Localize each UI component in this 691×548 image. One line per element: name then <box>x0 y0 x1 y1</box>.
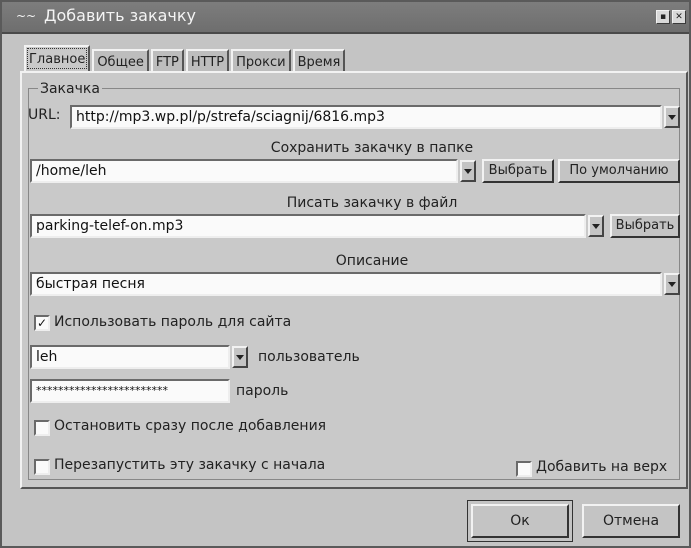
stop-after-add-checkbox[interactable] <box>34 420 50 436</box>
tab-ftp[interactable]: FTP <box>150 49 184 72</box>
ok-button[interactable]: Ок <box>471 504 569 538</box>
tab-http[interactable]: HTTP <box>185 49 230 72</box>
user-dropdown-button[interactable] <box>232 346 248 368</box>
tab-bar: Главное Общее FTP HTTP Прокси Время <box>24 44 347 72</box>
save-file-dropdown-button[interactable] <box>588 215 604 237</box>
window-title: Добавить закачку <box>44 6 196 25</box>
cancel-button[interactable]: Отмена <box>582 504 680 538</box>
tab-proxy[interactable]: Прокси <box>231 49 291 72</box>
minimize-icon[interactable]: ▪ <box>656 10 670 24</box>
title-bar[interactable]: ~~ Добавить закачку ▪ ✕ <box>2 2 689 34</box>
description-input[interactable]: быстрая песня <box>30 272 662 296</box>
url-dropdown-button[interactable] <box>664 106 680 128</box>
restart-label: Перезапустить эту закачку с начала <box>54 457 326 473</box>
stop-after-add-label: Остановить сразу после добавления <box>54 418 327 434</box>
url-input[interactable]: http://mp3.wp.pl/p/strefa/sciagnij/6816.… <box>70 105 662 129</box>
tab-panel-main: Закачка URL: http://mp3.wp.pl/p/strefa/s… <box>20 71 688 489</box>
password-input[interactable]: ************************ <box>30 379 230 403</box>
group-title: Закачка <box>38 81 102 97</box>
add-to-top-checkbox[interactable] <box>516 461 532 477</box>
user-label: пользователь <box>258 349 360 365</box>
save-folder-dropdown-button[interactable] <box>460 160 476 182</box>
restart-checkbox[interactable] <box>34 459 50 475</box>
save-folder-input[interactable]: /home/leh <box>30 159 458 183</box>
url-label: URL: <box>28 107 61 123</box>
add-download-dialog: ~~ Добавить закачку ▪ ✕ Главное Общее FT… <box>0 0 691 548</box>
tab-main[interactable]: Главное <box>24 45 91 72</box>
description-dropdown-button[interactable] <box>664 273 680 295</box>
description-label: Описание <box>335 253 409 269</box>
use-password-checkbox[interactable]: ✓ <box>34 315 50 331</box>
tab-time[interactable]: Время <box>292 49 346 72</box>
use-password-label: Использовать пароль для сайта <box>54 314 292 330</box>
user-input[interactable]: leh <box>30 345 230 369</box>
default-folder-button[interactable]: По умолчанию <box>558 159 680 183</box>
password-label: пароль <box>236 383 289 399</box>
tab-general[interactable]: Общее <box>92 49 149 72</box>
save-file-input[interactable]: parking-telef-on.mp3 <box>30 214 586 238</box>
save-file-label: Писать закачку в файл <box>286 195 458 211</box>
app-icon: ~~ <box>16 9 37 23</box>
close-icon[interactable]: ✕ <box>672 10 686 24</box>
add-to-top-label: Добавить на верх <box>536 459 668 475</box>
save-folder-label: Сохранить закачку в папке <box>270 140 474 156</box>
choose-file-button[interactable]: Выбрать <box>610 214 680 238</box>
choose-folder-button[interactable]: Выбрать <box>482 159 554 183</box>
